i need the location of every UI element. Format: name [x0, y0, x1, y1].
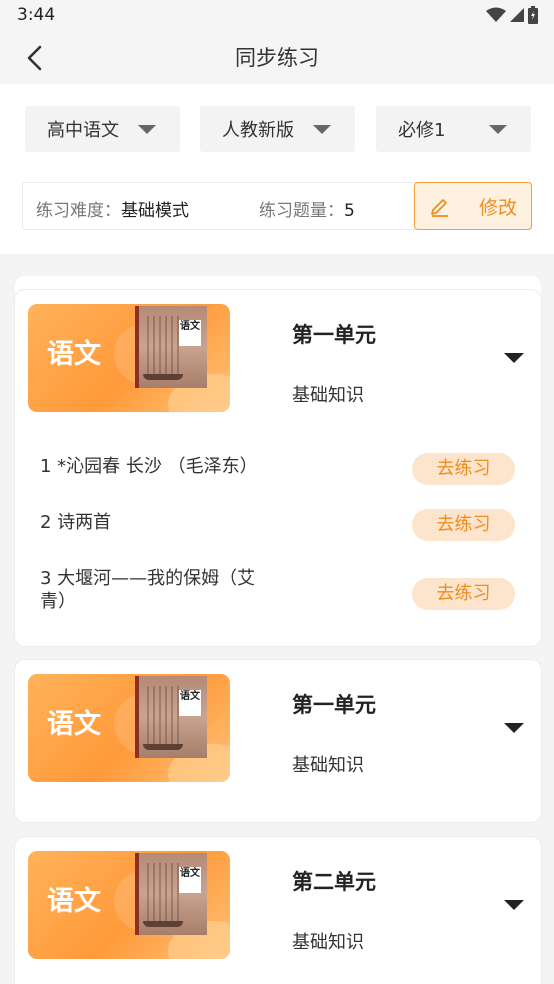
unit-card[interactable]: 语文 语文 第一单元 基础知识 — [15, 660, 541, 822]
unit-list: 语文 语文 第一单元 基础知识 1 *沁园春 长沙 （毛泽东） 去练习 2 诗两… — [0, 254, 554, 984]
book-image: 语文 — [135, 853, 207, 935]
practice-button[interactable]: 去练习 — [412, 453, 515, 485]
book-label: 语文 — [179, 867, 201, 893]
dropdown-arrow-icon — [489, 124, 507, 134]
unit-subtitle: 基础知识 — [292, 932, 364, 953]
expand-arrow-icon[interactable] — [504, 900, 524, 910]
unit-title: 第一单元 — [292, 693, 376, 717]
unit-title: 第一单元 — [292, 323, 376, 347]
practice-button[interactable]: 去练习 — [412, 509, 515, 541]
textbook-cover: 语文 语文 — [28, 674, 230, 782]
unit-card[interactable]: 语文 语文 第二单元 基础知识 — [15, 837, 541, 984]
status-icons — [486, 6, 538, 24]
collapse-arrow-icon[interactable] — [504, 353, 524, 363]
edit-settings-label: 修改 — [478, 196, 517, 219]
dropdown-arrow-icon — [313, 124, 331, 134]
subject-dropdown[interactable]: 高中语文 — [25, 106, 180, 152]
filter-panel: 高中语文 人教新版 必修1 练习难度：基础模式 练习题量：5 修改 — [0, 84, 554, 254]
book-label: 语文 — [179, 320, 201, 346]
difficulty-value: 基础模式 — [121, 201, 189, 221]
status-bar: 3:44 — [0, 0, 554, 32]
cover-subject: 语文 — [47, 709, 101, 740]
unit-card: 语文 语文 第一单元 基础知识 1 *沁园春 长沙 （毛泽东） 去练习 2 诗两… — [15, 290, 541, 646]
wifi-icon — [486, 7, 506, 22]
cover-subject: 语文 — [47, 886, 101, 917]
volume-dropdown-label: 必修1 — [398, 120, 446, 141]
subject-dropdown-label: 高中语文 — [47, 120, 119, 141]
page-title: 同步练习 — [235, 46, 319, 70]
difficulty-label: 练习难度： — [36, 201, 121, 221]
question-count-label: 练习题量： — [259, 201, 344, 221]
lesson-title: 2 诗两首 — [40, 512, 112, 533]
app-bar: 同步练习 — [0, 32, 554, 84]
signal-icon — [510, 8, 524, 22]
pencil-icon — [431, 199, 448, 217]
practice-settings: 练习难度：基础模式 练习题量：5 修改 — [22, 182, 532, 230]
unit-subtitle: 基础知识 — [292, 385, 364, 406]
question-count-setting: 练习题量：5 — [259, 196, 355, 221]
book-label: 语文 — [179, 690, 201, 716]
book-image: 语文 — [135, 676, 207, 758]
unit-subtitle: 基础知识 — [292, 755, 364, 776]
battery-icon — [528, 6, 538, 24]
textbook-cover: 语文 语文 — [28, 851, 230, 959]
expand-arrow-icon[interactable] — [504, 723, 524, 733]
edition-dropdown-label: 人教新版 — [222, 120, 294, 141]
cover-subject: 语文 — [47, 339, 101, 370]
edit-settings-button[interactable]: 修改 — [414, 182, 532, 230]
unit-title: 第二单元 — [292, 870, 376, 894]
practice-button[interactable]: 去练习 — [412, 578, 515, 610]
lesson-title: 3 大堰河——我的保姆（艾青） — [40, 568, 256, 612]
volume-dropdown[interactable]: 必修1 — [376, 106, 531, 152]
question-count-value: 5 — [344, 201, 355, 221]
status-time: 3:44 — [17, 5, 56, 25]
book-image: 语文 — [135, 306, 207, 388]
difficulty-setting: 练习难度：基础模式 — [36, 196, 189, 221]
lesson-title: 1 *沁园春 长沙 （毛泽东） — [40, 456, 258, 477]
dropdown-arrow-icon — [138, 124, 156, 134]
edition-dropdown[interactable]: 人教新版 — [200, 106, 355, 152]
textbook-cover: 语文 语文 — [28, 304, 230, 412]
